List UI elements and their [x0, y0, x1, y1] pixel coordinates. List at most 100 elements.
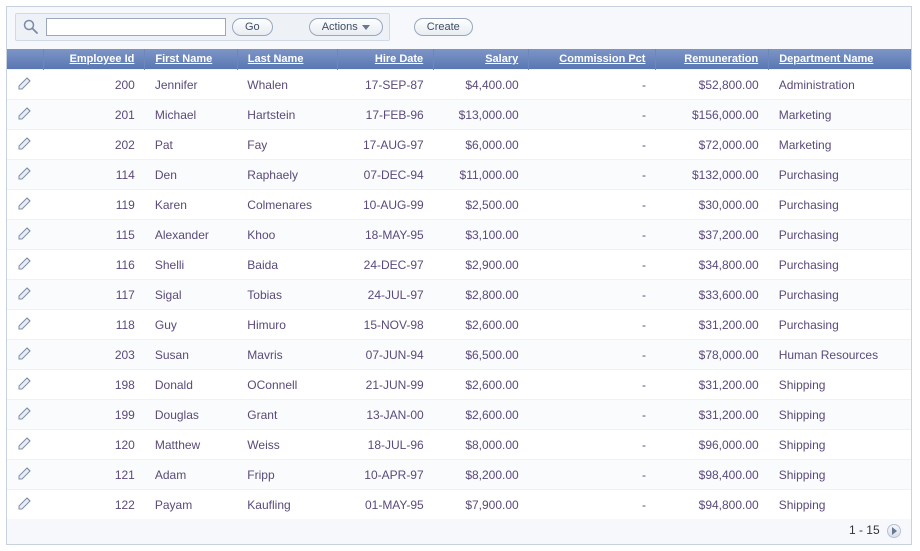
table-row: 121AdamFripp10-APR-97$8,200.00-$98,400.0…: [7, 460, 911, 490]
cell-first-name: Matthew: [145, 430, 237, 460]
cell-department-name: Purchasing: [769, 280, 911, 310]
cell-commission-pct: -: [529, 340, 656, 370]
cell-commission-pct: -: [529, 70, 656, 100]
cell-remuneration: $31,200.00: [656, 400, 769, 430]
col-remuneration[interactable]: Remuneration: [656, 49, 769, 70]
cell-salary: $4,400.00: [434, 70, 529, 100]
create-button[interactable]: Create: [414, 18, 473, 36]
cell-employee-id: 201: [43, 100, 145, 130]
cell-first-name: Shelli: [145, 250, 237, 280]
cell-hire-date: 10-APR-97: [338, 460, 434, 490]
col-last-name[interactable]: Last Name: [237, 49, 338, 70]
cell-first-name: Alexander: [145, 220, 237, 250]
cell-department-name: Marketing: [769, 130, 911, 160]
report-region: Go Actions Create Employee Id First Name…: [6, 6, 912, 545]
cell-first-name: Susan: [145, 340, 237, 370]
cell-last-name: Fripp: [237, 460, 338, 490]
cell-department-name: Shipping: [769, 400, 911, 430]
cell-first-name: Michael: [145, 100, 237, 130]
col-employee-id[interactable]: Employee Id: [43, 49, 145, 70]
edit-icon[interactable]: [17, 495, 33, 511]
cell-employee-id: 202: [43, 130, 145, 160]
cell-commission-pct: -: [529, 220, 656, 250]
cell-employee-id: 121: [43, 460, 145, 490]
cell-commission-pct: -: [529, 280, 656, 310]
cell-commission-pct: -: [529, 310, 656, 340]
cell-salary: $3,100.00: [434, 220, 529, 250]
table-row: 116ShelliBaida24-DEC-97$2,900.00-$34,800…: [7, 250, 911, 280]
table-row: 117SigalTobias24-JUL-97$2,800.00-$33,600…: [7, 280, 911, 310]
edit-icon[interactable]: [17, 315, 33, 331]
cell-department-name: Shipping: [769, 430, 911, 460]
cell-salary: $6,000.00: [434, 130, 529, 160]
cell-commission-pct: -: [529, 460, 656, 490]
edit-icon[interactable]: [17, 285, 33, 301]
edit-icon[interactable]: [17, 405, 33, 421]
chevron-down-icon: [362, 25, 370, 30]
cell-commission-pct: -: [529, 250, 656, 280]
cell-department-name: Shipping: [769, 370, 911, 400]
edit-icon[interactable]: [17, 465, 33, 481]
cell-hire-date: 15-NOV-98: [338, 310, 434, 340]
employees-table: Employee Id First Name Last Name Hire Da…: [7, 49, 911, 519]
cell-employee-id: 120: [43, 430, 145, 460]
cell-hire-date: 24-DEC-97: [338, 250, 434, 280]
cell-hire-date: 18-MAY-95: [338, 220, 434, 250]
cell-salary: $8,200.00: [434, 460, 529, 490]
cell-department-name: Marketing: [769, 100, 911, 130]
cell-commission-pct: -: [529, 400, 656, 430]
cell-first-name: Donald: [145, 370, 237, 400]
cell-commission-pct: -: [529, 100, 656, 130]
next-page-button[interactable]: [887, 524, 901, 538]
cell-commission-pct: -: [529, 190, 656, 220]
toolbar: Go Actions Create: [7, 7, 911, 49]
col-hire-date[interactable]: Hire Date: [338, 49, 434, 70]
col-commission-pct[interactable]: Commission Pct: [529, 49, 656, 70]
cell-remuneration: $37,200.00: [656, 220, 769, 250]
cell-last-name: Tobias: [237, 280, 338, 310]
cell-department-name: Purchasing: [769, 250, 911, 280]
cell-remuneration: $31,200.00: [656, 370, 769, 400]
cell-remuneration: $132,000.00: [656, 160, 769, 190]
cell-last-name: Weiss: [237, 430, 338, 460]
edit-icon[interactable]: [17, 75, 33, 91]
cell-first-name: Karen: [145, 190, 237, 220]
go-button[interactable]: Go: [232, 18, 273, 36]
edit-icon[interactable]: [17, 195, 33, 211]
edit-icon[interactable]: [17, 255, 33, 271]
col-salary[interactable]: Salary: [434, 49, 529, 70]
edit-icon[interactable]: [17, 435, 33, 451]
cell-last-name: Baida: [237, 250, 338, 280]
search-input[interactable]: [46, 18, 226, 36]
cell-department-name: Purchasing: [769, 310, 911, 340]
cell-employee-id: 199: [43, 400, 145, 430]
edit-icon[interactable]: [17, 105, 33, 121]
edit-icon[interactable]: [17, 375, 33, 391]
edit-icon[interactable]: [17, 225, 33, 241]
cell-salary: $2,800.00: [434, 280, 529, 310]
actions-button[interactable]: Actions: [309, 18, 383, 36]
edit-icon[interactable]: [17, 165, 33, 181]
cell-commission-pct: -: [529, 430, 656, 460]
cell-hire-date: 13-JAN-00: [338, 400, 434, 430]
cell-first-name: Douglas: [145, 400, 237, 430]
cell-remuneration: $98,400.00: [656, 460, 769, 490]
col-first-name[interactable]: First Name: [145, 49, 237, 70]
table-header-row: Employee Id First Name Last Name Hire Da…: [7, 49, 911, 70]
cell-last-name: Grant: [237, 400, 338, 430]
edit-icon[interactable]: [17, 345, 33, 361]
cell-employee-id: 116: [43, 250, 145, 280]
cell-remuneration: $52,800.00: [656, 70, 769, 100]
table-row: 118GuyHimuro15-NOV-98$2,600.00-$31,200.0…: [7, 310, 911, 340]
actions-button-label: Actions: [322, 21, 358, 33]
search-icon[interactable]: [22, 18, 40, 36]
cell-hire-date: 18-JUL-96: [338, 430, 434, 460]
col-department-name[interactable]: Department Name: [769, 49, 911, 70]
cell-salary: $2,600.00: [434, 370, 529, 400]
cell-last-name: Colmenares: [237, 190, 338, 220]
cell-employee-id: 203: [43, 340, 145, 370]
cell-last-name: Hartstein: [237, 100, 338, 130]
edit-icon[interactable]: [17, 135, 33, 151]
cell-employee-id: 200: [43, 70, 145, 100]
cell-remuneration: $33,600.00: [656, 280, 769, 310]
